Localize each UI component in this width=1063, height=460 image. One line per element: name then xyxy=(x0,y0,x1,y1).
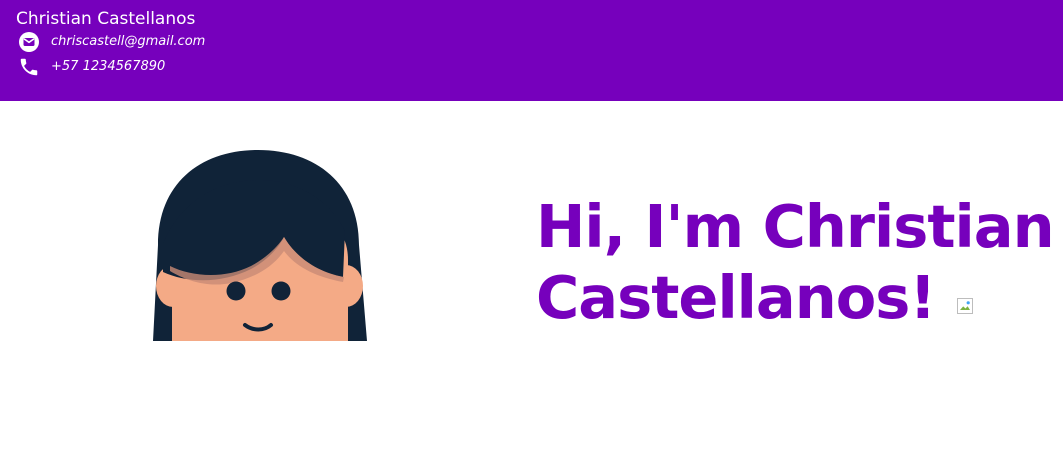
hero-heading-name: Castellanos! xyxy=(536,263,936,332)
hero-heading: Hi, I'm Christian Castellanos! xyxy=(536,191,1056,333)
phone-number[interactable]: +57 1234567890 xyxy=(51,58,165,76)
site-header: Christian Castellanos chriscastell@gmail… xyxy=(0,0,1063,101)
broken-image-icon xyxy=(957,298,974,314)
avatar xyxy=(153,150,367,341)
phone-icon xyxy=(18,56,40,78)
email-address[interactable]: chriscastell@gmail.com xyxy=(51,33,205,51)
phone-contact-row: +57 1234567890 xyxy=(18,56,165,78)
hero-section: Hi, I'm Christian Castellanos! xyxy=(0,101,1063,460)
hero-heading-line-1: Hi, I'm Christian xyxy=(536,192,1055,261)
email-contact-row: chriscastell@gmail.com xyxy=(18,31,205,53)
email-icon xyxy=(18,31,40,53)
site-name: Christian Castellanos xyxy=(16,9,196,29)
hero-heading-line-2: Castellanos! xyxy=(536,262,1056,333)
